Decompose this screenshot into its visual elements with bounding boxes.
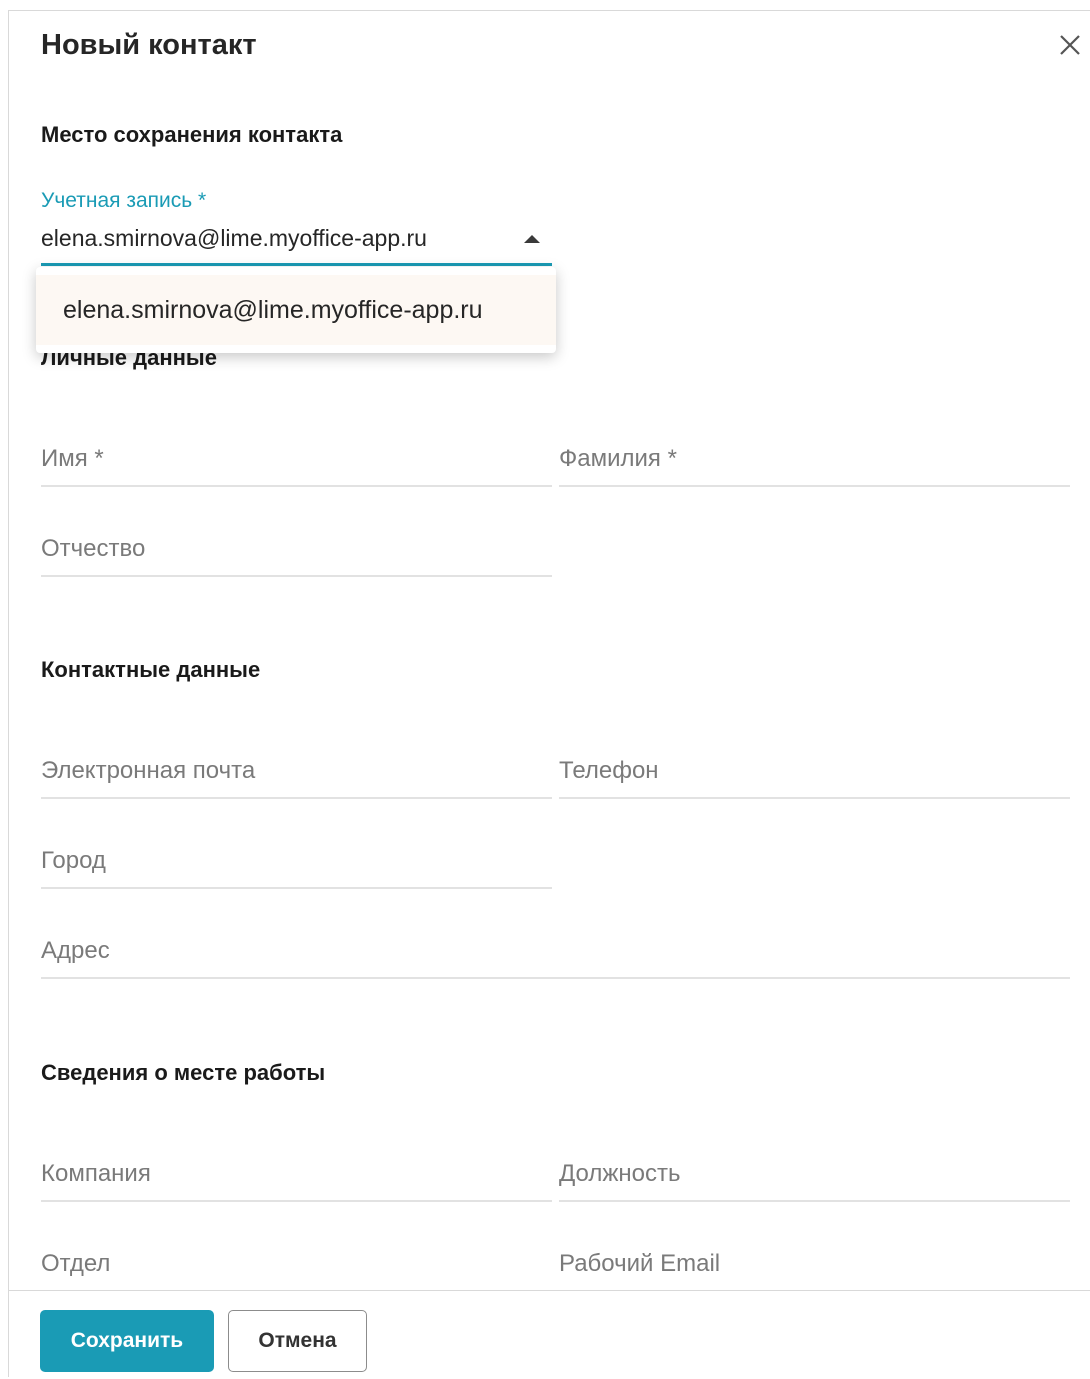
work-email-placeholder: Рабочий Email bbox=[559, 1250, 721, 1277]
dialog-footer: Сохранить Отмена bbox=[9, 1290, 1090, 1379]
department-field[interactable]: Отдел bbox=[41, 1236, 552, 1292]
phone-field[interactable]: Телефон bbox=[559, 743, 1070, 799]
last-name-field[interactable]: Фамилия * bbox=[559, 431, 1070, 487]
address-field[interactable]: Адрес bbox=[41, 923, 1070, 979]
account-select-value[interactable]: elena.smirnova@lime.myoffice-app.ru bbox=[41, 225, 427, 252]
new-contact-dialog: Новый контакт Место сохранения контакта … bbox=[8, 10, 1090, 1379]
close-icon[interactable] bbox=[1056, 31, 1084, 59]
caret-up-icon[interactable] bbox=[524, 235, 540, 243]
position-field[interactable]: Должность bbox=[559, 1146, 1070, 1202]
first-name-placeholder: Имя * bbox=[41, 445, 104, 472]
email-field[interactable]: Электронная почта bbox=[41, 743, 552, 799]
contact-section-title: Контактные данные bbox=[41, 657, 261, 682]
city-field[interactable]: Город bbox=[41, 833, 552, 889]
dialog-title: Новый контакт bbox=[41, 29, 257, 61]
last-name-placeholder: Фамилия * bbox=[559, 445, 677, 472]
middle-name-field[interactable]: Отчество bbox=[41, 521, 552, 577]
department-placeholder: Отдел bbox=[41, 1250, 111, 1277]
position-placeholder: Должность bbox=[559, 1160, 681, 1187]
city-placeholder: Город bbox=[41, 847, 106, 874]
account-dropdown-option[interactable]: elena.smirnova@lime.myoffice-app.ru bbox=[36, 275, 556, 345]
account-dropdown-option-label: elena.smirnova@lime.myoffice-app.ru bbox=[63, 296, 483, 324]
middle-name-placeholder: Отчество bbox=[41, 535, 146, 562]
account-field-label: Учетная запись * bbox=[41, 189, 207, 212]
save-button[interactable]: Сохранить bbox=[40, 1310, 214, 1372]
work-section-title: Сведения о месте работы bbox=[41, 1060, 326, 1085]
account-select-underline bbox=[41, 263, 552, 266]
account-dropdown-menu: elena.smirnova@lime.myoffice-app.ru bbox=[36, 267, 556, 353]
first-name-field[interactable]: Имя * bbox=[41, 431, 552, 487]
phone-placeholder: Телефон bbox=[559, 757, 659, 784]
email-placeholder: Электронная почта bbox=[41, 757, 256, 784]
cancel-button[interactable]: Отмена bbox=[228, 1310, 367, 1372]
work-email-field[interactable]: Рабочий Email bbox=[559, 1236, 1070, 1292]
company-placeholder: Компания bbox=[41, 1160, 151, 1187]
company-field[interactable]: Компания bbox=[41, 1146, 552, 1202]
address-placeholder: Адрес bbox=[41, 937, 110, 964]
storage-section-title: Место сохранения контакта bbox=[41, 122, 343, 147]
